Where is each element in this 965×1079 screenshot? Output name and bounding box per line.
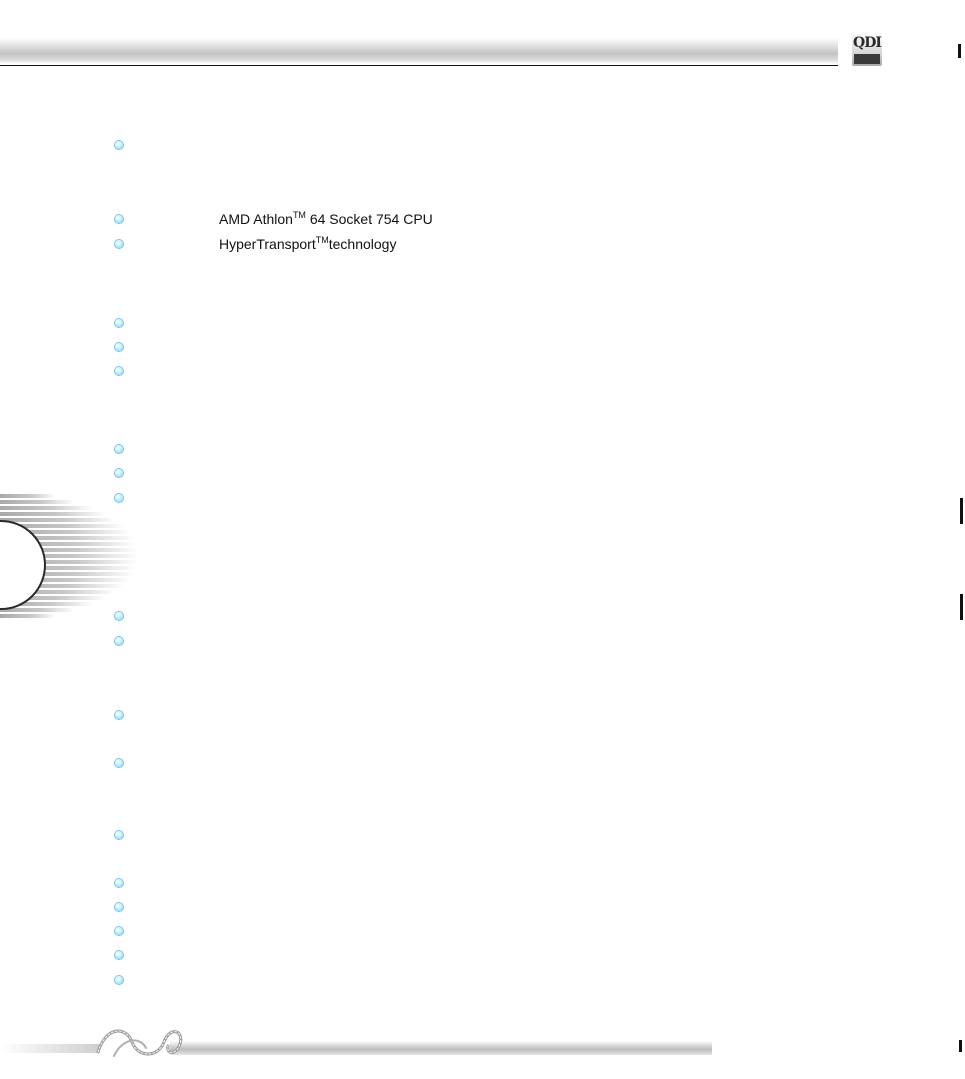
bullet-icon	[115, 831, 123, 839]
bullet-icon	[115, 976, 123, 984]
bullet-icon	[115, 759, 123, 767]
bullet-icon	[115, 927, 123, 935]
bullet-icon	[115, 879, 123, 887]
bullet-icon	[115, 141, 123, 149]
footer-left-bar	[0, 1044, 100, 1053]
bullet-icon	[115, 319, 123, 327]
feature-list: AMD AthlonTM 64 Socket 754 CPU HyperTran…	[0, 0, 965, 1079]
bullet-icon	[115, 469, 123, 477]
feature-text: HyperTransportTMtechnology	[219, 235, 397, 253]
footer-ornament	[96, 1029, 183, 1057]
bullet-icon	[115, 445, 123, 453]
bullet-icon	[115, 215, 123, 223]
bullet-icon	[115, 494, 123, 502]
bullet-icon	[115, 343, 123, 351]
footer-bar	[170, 1041, 712, 1055]
bullet-icon	[115, 711, 123, 719]
bullet-icon	[115, 367, 123, 375]
bullet-icon	[115, 951, 123, 959]
bullet-icon	[115, 612, 123, 620]
feature-text: AMD AthlonTM 64 Socket 754 CPU	[219, 210, 433, 228]
bullet-icon	[115, 240, 123, 248]
bullet-icon	[115, 903, 123, 911]
bullet-icon	[115, 637, 123, 645]
